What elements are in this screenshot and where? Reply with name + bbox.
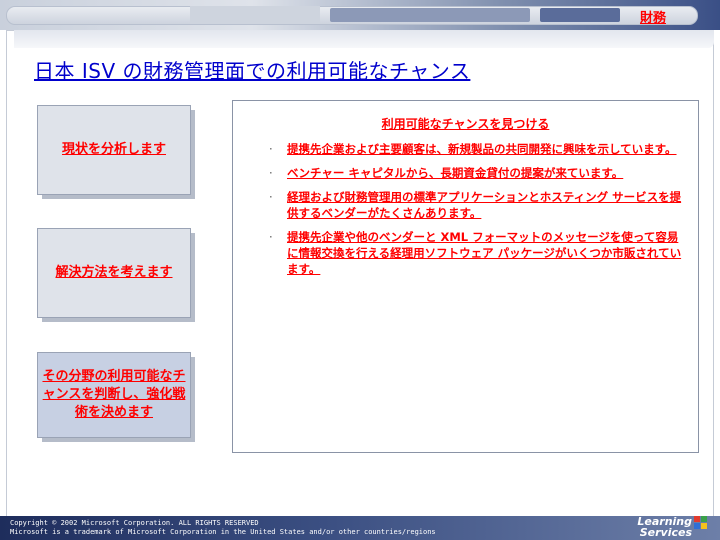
bullet-item[interactable]: · 経理および財務管理用の標準アプリケーションとホスティング サービスを提供するベ… bbox=[269, 189, 687, 221]
bullet-list: · 提携先企業および主要顧客は、新規製品の共同開発に興味を示しています。 · ベンチ… bbox=[269, 141, 687, 285]
bullet-text: 提携先企業および主要顧客は、新規製品の共同開発に興味を示しています。 bbox=[287, 142, 677, 156]
windows-flag-icon bbox=[694, 516, 707, 529]
step-solution-button[interactable]: 解決方法を考えます bbox=[37, 228, 195, 322]
bullet-item[interactable]: · 提携先企業や他のベンダーと XML フォーマットのメッセージを使って容易に情報… bbox=[269, 229, 687, 277]
bullet-dot-icon: · bbox=[269, 230, 273, 244]
header-segment bbox=[540, 8, 620, 22]
step-opportunity-button[interactable]: その分野の利用可能なチャンスを判断し、強化戦術を決めます bbox=[37, 352, 195, 442]
step-label: その分野の利用可能なチャンスを判断し、強化戦術を決めます bbox=[42, 369, 186, 420]
bullet-dot-icon: · bbox=[269, 166, 273, 180]
logo-text: Global bbox=[661, 507, 684, 515]
panel-title-link[interactable]: 利用可能なチャンスを見つける bbox=[233, 115, 698, 132]
bullet-text: ベンチャー キャピタルから、長期資金貸付の提案が来ています。 bbox=[287, 166, 624, 180]
global-learning-services-logo: Global Learning Services bbox=[637, 507, 710, 539]
copyright-text: Copyright © 2002 Microsoft Corporation. … bbox=[10, 519, 436, 537]
bullet-text: 提携先企業や他のベンダーと XML フォーマットのメッセージを使って容易に情報交… bbox=[287, 230, 682, 276]
step-label: 解決方法を考えます bbox=[55, 265, 173, 280]
header-segment bbox=[330, 8, 530, 22]
step-label: 現状を分析します bbox=[61, 142, 166, 157]
header-segment bbox=[190, 6, 320, 23]
step-analyze-button[interactable]: 現状を分析します bbox=[37, 105, 195, 199]
bullet-item[interactable]: · ベンチャー キャピタルから、長期資金貸付の提案が来ています。 bbox=[269, 165, 687, 181]
logo-text: Services bbox=[639, 526, 692, 539]
header-bar bbox=[0, 0, 720, 30]
copyright-line: Copyright © 2002 Microsoft Corporation. … bbox=[10, 519, 259, 527]
bullet-text: 経理および財務管理用の標準アプリケーションとホスティング サービスを提供するベン… bbox=[287, 190, 682, 220]
content-panel: 利用可能なチャンスを見つける · 提携先企業および主要顧客は、新規製品の共同開発に… bbox=[232, 100, 699, 453]
bullet-dot-icon: · bbox=[269, 142, 273, 156]
bullet-item[interactable]: · 提携先企業および主要顧客は、新規製品の共同開発に興味を示しています。 bbox=[269, 141, 687, 157]
slide-title: 日本 ISV の財務管理面での利用可能なチャンス bbox=[34, 59, 471, 83]
section-link-finance[interactable]: 財務 bbox=[640, 7, 666, 26]
bullet-dot-icon: · bbox=[269, 190, 273, 204]
slide-tab bbox=[14, 30, 714, 48]
trademark-line: Microsoft is a trademark of Microsoft Co… bbox=[10, 528, 436, 536]
